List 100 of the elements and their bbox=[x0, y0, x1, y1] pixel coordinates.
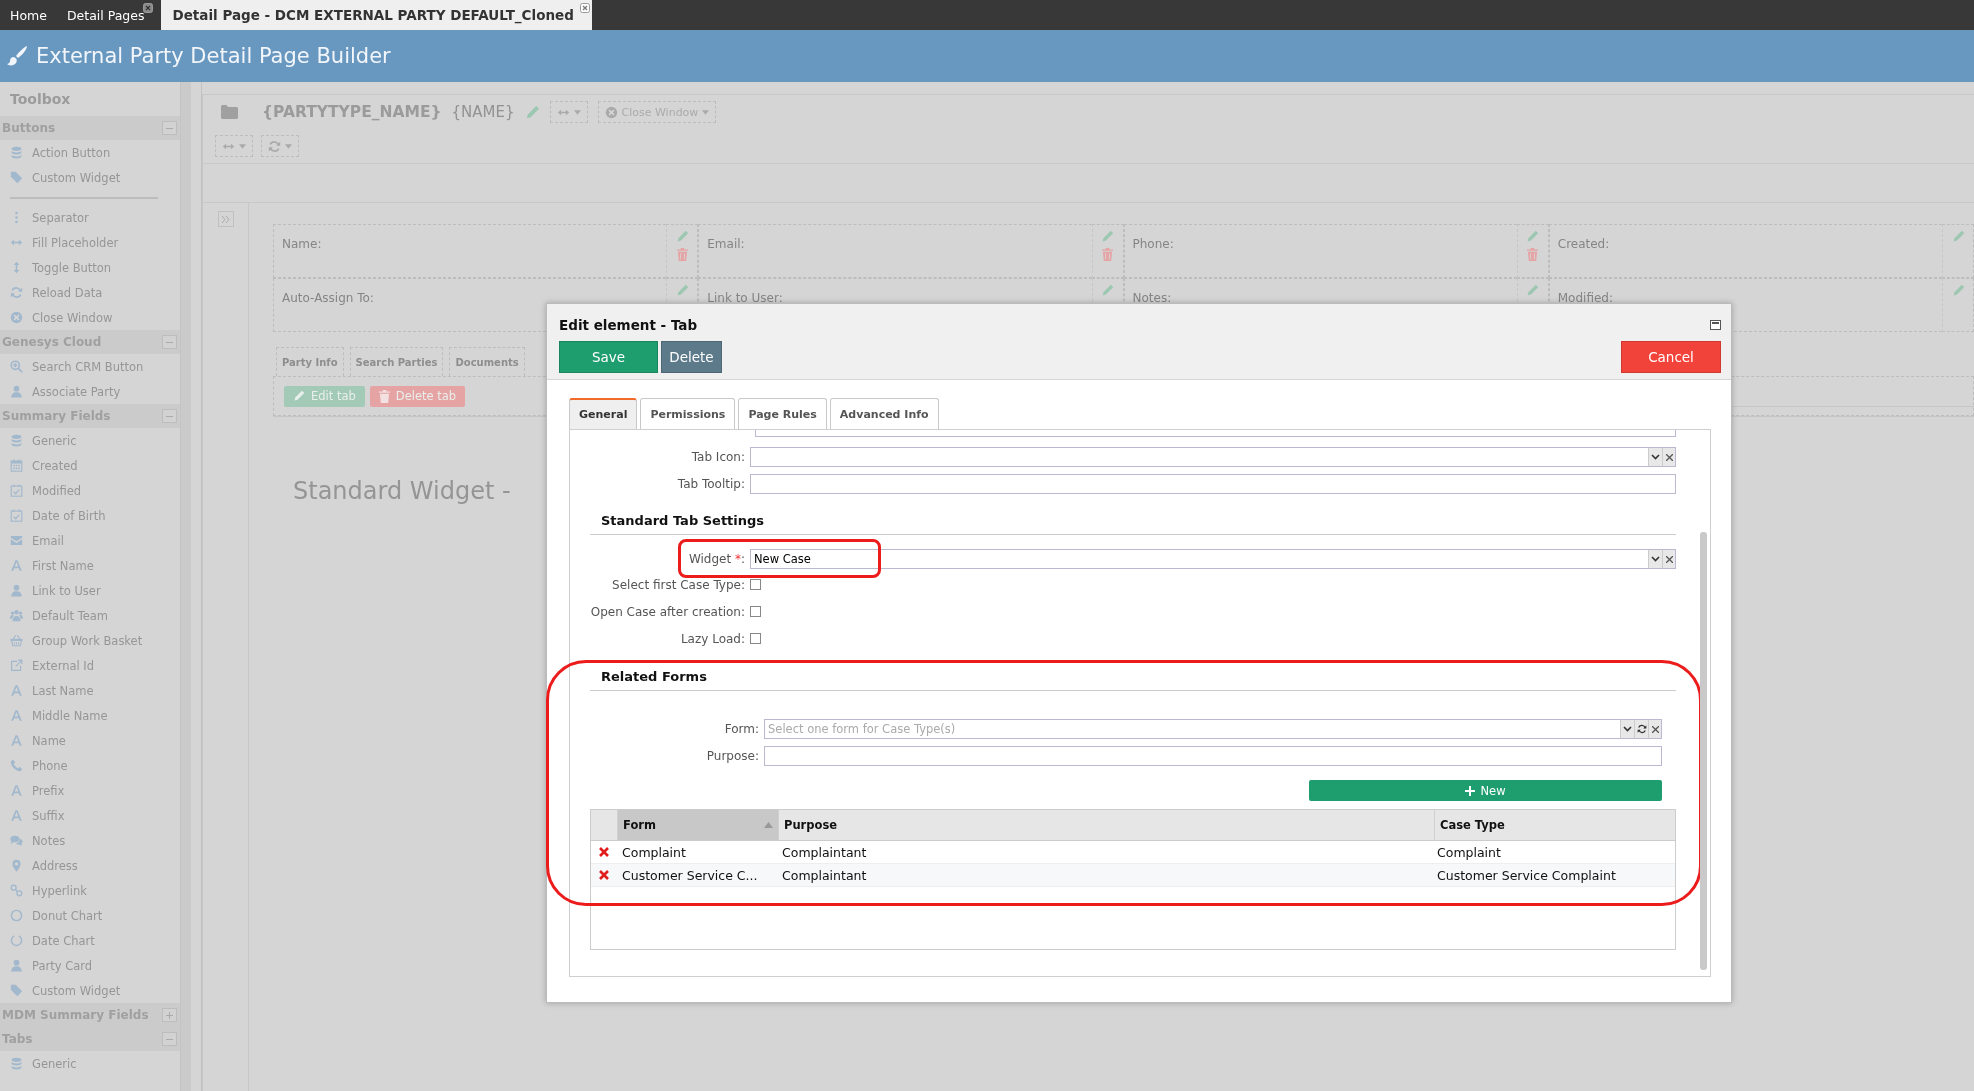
toolbox-item[interactable]: Last Name bbox=[0, 678, 180, 703]
toolbox-item[interactable]: Suffix bbox=[0, 803, 180, 828]
column-header[interactable]: Case Type bbox=[1434, 810, 1675, 840]
cancel-button[interactable]: Cancel bbox=[1621, 341, 1721, 373]
maximize-icon[interactable] bbox=[1710, 320, 1721, 330]
column-header[interactable]: Form bbox=[617, 810, 778, 840]
toolbox-item[interactable]: Custom Widget bbox=[0, 978, 180, 1003]
toolbox-item[interactable]: Group Work Basket bbox=[0, 628, 180, 653]
select-field[interactable]: Select one form for Case Type(s) bbox=[764, 719, 1620, 739]
delete-icon[interactable] bbox=[599, 870, 609, 880]
toolbox-item[interactable]: Donut Chart bbox=[0, 903, 180, 928]
font-icon bbox=[10, 809, 23, 822]
field-label: Modified: bbox=[1557, 291, 1613, 305]
checkbox[interactable] bbox=[750, 633, 761, 644]
toolbox-item[interactable]: First Name bbox=[0, 553, 180, 578]
database-icon bbox=[10, 1057, 23, 1070]
select-field[interactable]: New Case bbox=[750, 549, 1648, 569]
toolbox-item[interactable]: Notes bbox=[0, 828, 180, 853]
field-label: Purpose: bbox=[705, 749, 760, 763]
caret-icon bbox=[702, 109, 710, 115]
tab[interactable]: Page Rules bbox=[738, 398, 827, 429]
clear-button[interactable] bbox=[1662, 549, 1676, 569]
page-tab[interactable]: Detail Pages bbox=[56, 0, 155, 30]
select-field[interactable] bbox=[750, 447, 1648, 467]
toolbox-item[interactable]: Toggle Button bbox=[0, 255, 180, 280]
tab[interactable]: Permissions bbox=[640, 398, 736, 429]
pencil-icon bbox=[524, 104, 540, 120]
toolbox-item[interactable]: Link to User bbox=[0, 578, 180, 603]
plus-icon bbox=[166, 1011, 173, 1019]
table-cell-text: Complaintant bbox=[781, 844, 868, 860]
toolbox-item[interactable]: Email bbox=[0, 528, 180, 553]
calendar-check-icon bbox=[10, 484, 23, 497]
column-header[interactable]: Purpose bbox=[778, 810, 1434, 840]
scrollbar[interactable] bbox=[1700, 532, 1707, 970]
toolbox-item[interactable]: Associate Party bbox=[0, 379, 180, 404]
close-icon[interactable] bbox=[142, 3, 153, 13]
input-field[interactable] bbox=[750, 474, 1676, 494]
double-chevron-icon bbox=[221, 215, 230, 223]
delete-tab-button[interactable]: Delete tab bbox=[369, 385, 466, 407]
toolbox-item[interactable]: Default Team bbox=[0, 603, 180, 628]
toolbox-item[interactable]: Modified bbox=[0, 478, 180, 503]
toolbox-item[interactable]: Close Window bbox=[0, 305, 180, 330]
toolbox-item[interactable]: Phone bbox=[0, 753, 180, 778]
toolbox-item[interactable]: Generic bbox=[0, 1051, 180, 1076]
toolbox-item[interactable]: Reload Data bbox=[0, 280, 180, 305]
toolbox-item[interactable]: Date Chart bbox=[0, 928, 180, 953]
new-button[interactable]: New bbox=[1309, 780, 1662, 801]
tab[interactable]: Search Parties bbox=[349, 347, 444, 376]
checkbox-label: Lazy Load: bbox=[679, 631, 746, 646]
clear-button[interactable] bbox=[1648, 719, 1662, 739]
paintbrush-icon bbox=[6, 45, 28, 67]
dropdown-button[interactable] bbox=[1648, 549, 1662, 569]
toolbox-item[interactable]: Generic bbox=[0, 428, 180, 453]
party-type-title: {PARTYTYPE_NAME} bbox=[262, 103, 442, 121]
clear-button[interactable] bbox=[1662, 447, 1676, 467]
delete-button[interactable]: Delete bbox=[661, 341, 722, 373]
checkbox-label: Open Case after creation: bbox=[589, 604, 746, 619]
trash-icon bbox=[676, 248, 688, 261]
dropdown-button[interactable] bbox=[1620, 719, 1634, 739]
toolbox-item[interactable]: External Id bbox=[0, 653, 180, 678]
toolbox-item[interactable]: Prefix bbox=[0, 778, 180, 803]
toolbox-item[interactable]: Created bbox=[0, 453, 180, 478]
input-field[interactable] bbox=[764, 746, 1662, 766]
toolbox-item[interactable]: Custom Widget bbox=[0, 165, 180, 190]
toolbox-item[interactable]: Separator bbox=[0, 205, 180, 230]
page-tab[interactable]: Detail Page - DCM EXTERNAL PARTY DEFAULT_Cloned bbox=[160, 0, 592, 30]
checkbox[interactable] bbox=[750, 606, 761, 617]
page-tab[interactable]: Home bbox=[0, 0, 57, 30]
ring-icon bbox=[10, 934, 23, 947]
toolbox-item[interactable]: Fill Placeholder bbox=[0, 230, 180, 255]
tab[interactable]: Advanced Info bbox=[829, 398, 939, 429]
tab[interactable]: Party Info bbox=[276, 347, 344, 376]
input-field[interactable] bbox=[755, 430, 1676, 437]
tab[interactable]: Documents bbox=[449, 347, 525, 376]
refresh-button[interactable] bbox=[1634, 719, 1648, 739]
font-icon bbox=[10, 784, 23, 797]
toolbox-item[interactable]: Hyperlink bbox=[0, 878, 180, 903]
close-icon bbox=[604, 105, 618, 119]
delete-icon[interactable] bbox=[599, 847, 609, 857]
close-icon[interactable] bbox=[579, 3, 590, 13]
toolbox-item[interactable]: Address bbox=[0, 853, 180, 878]
save-button[interactable]: Save bbox=[559, 341, 658, 373]
field-label: Phone: bbox=[1132, 237, 1174, 251]
toolbox-item[interactable]: Date of Birth bbox=[0, 503, 180, 528]
edit-tab-button[interactable]: Edit tab bbox=[284, 385, 365, 407]
close-icon bbox=[10, 311, 23, 324]
scrollbar[interactable] bbox=[180, 82, 191, 1091]
checkbox-label: Select first Case Type: bbox=[611, 577, 746, 592]
toolbox-item[interactable]: Middle Name bbox=[0, 703, 180, 728]
chevron-down-icon bbox=[1651, 556, 1660, 562]
toolbox-item[interactable]: Party Card bbox=[0, 953, 180, 978]
toolbox-item[interactable]: Action Button bbox=[0, 140, 180, 165]
pencil-icon bbox=[1951, 284, 1965, 297]
field-label: Name: bbox=[282, 237, 322, 251]
dropdown-button[interactable] bbox=[1648, 447, 1662, 467]
plus-icon bbox=[1465, 785, 1476, 796]
checkbox[interactable] bbox=[750, 579, 761, 590]
tab[interactable]: General bbox=[569, 398, 638, 429]
toolbox-item[interactable]: Name bbox=[0, 728, 180, 753]
toolbox-item[interactable]: Search CRM Button bbox=[0, 354, 180, 379]
